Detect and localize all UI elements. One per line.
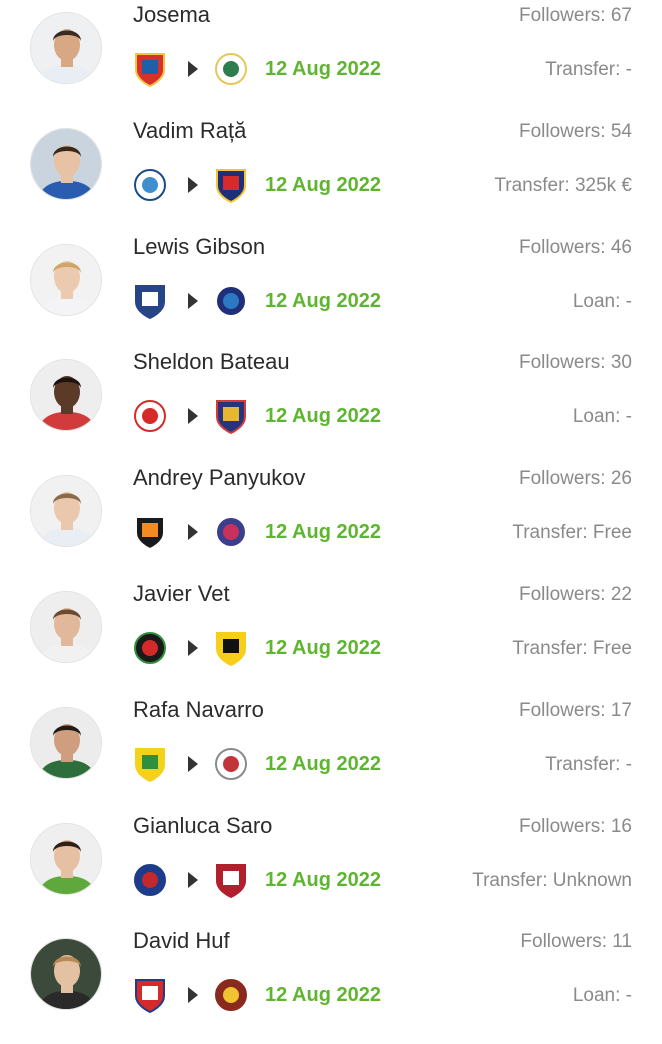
followers-count: Followers: 46 [519, 236, 632, 258]
transfer-date: 12 Aug 2022 [265, 58, 381, 80]
transfer-fee: Loan: - [572, 290, 632, 312]
arrow-right-icon [188, 987, 198, 1004]
arrow-right-icon [188, 524, 198, 541]
player-avatar[interactable] [30, 243, 102, 316]
transfer-date: 12 Aug 2022 [265, 637, 381, 659]
transfer-row[interactable]: Lewis Gibson Followers: 46 12 Aug 2022 Loan… [0, 234, 662, 350]
player-name[interactable]: David Huf [133, 928, 230, 954]
transfer-row[interactable]: Gianluca Saro Followers: 16 12 Aug 2022 Tra… [0, 813, 662, 929]
from-club-crest-icon[interactable] [133, 745, 167, 783]
transfer-fee: Transfer: Free [512, 522, 632, 544]
to-club-crest-icon[interactable] [214, 50, 248, 88]
from-club-crest-icon[interactable] [133, 513, 167, 551]
from-club-crest-icon[interactable] [133, 629, 167, 667]
followers-count: Followers: 54 [519, 120, 632, 142]
transfer-date: 12 Aug 2022 [265, 868, 381, 891]
arrow-right-icon [188, 292, 198, 309]
player-avatar[interactable] [30, 12, 102, 84]
player-name[interactable]: Javier Vet [133, 581, 230, 607]
player-name[interactable]: Lewis Gibson [133, 234, 265, 260]
transfer-row[interactable]: Andrey Panyukov Followers: 26 12 Aug 2022 T… [0, 465, 662, 581]
arrow-right-icon [188, 408, 198, 425]
followers-count: Followers: 11 [520, 931, 632, 953]
transfer-fee: Transfer: Free [512, 638, 632, 659]
transfer-row[interactable]: David Huf Followers: 11 12 Aug 2022 Loan: - [0, 928, 662, 1044]
to-club-crest-icon[interactable] [214, 861, 248, 899]
transfer-date: 12 Aug 2022 [265, 289, 381, 312]
transfer-date: 12 Aug 2022 [265, 984, 381, 1007]
arrow-right-icon [188, 176, 198, 193]
to-club-crest-icon[interactable] [214, 745, 248, 783]
player-avatar[interactable] [30, 938, 102, 1011]
transfer-fee: Transfer: - [545, 753, 632, 775]
transfer-row[interactable]: Javier Vet Followers: 22 12 Aug 2022 Transf… [0, 581, 662, 697]
player-name[interactable]: Rafa Navarro [133, 697, 264, 723]
to-club-crest-icon[interactable] [214, 166, 248, 204]
arrow-right-icon [188, 61, 198, 77]
to-club-crest-icon[interactable] [214, 282, 248, 320]
player-avatar[interactable] [30, 359, 102, 432]
player-avatar[interactable] [30, 822, 102, 895]
transfer-date: 12 Aug 2022 [265, 752, 381, 775]
transfer-row[interactable]: Josema Followers: 67 12 Aug 2022 Transfer: … [0, 2, 662, 118]
player-avatar[interactable] [30, 475, 102, 548]
transfer-fee: Transfer: 325k € [494, 174, 632, 196]
transfer-fee: Loan: - [572, 406, 632, 428]
to-club-crest-icon[interactable] [214, 629, 248, 667]
player-avatar[interactable] [30, 591, 102, 663]
transfer-list: Josema Followers: 67 12 Aug 2022 Transfer: … [0, 0, 662, 1024]
followers-count: Followers: 30 [519, 352, 632, 374]
player-name[interactable]: Vadim Rață [133, 118, 246, 144]
transfer-row[interactable]: Vadim Rață Followers: 54 12 Aug 2022 Transf… [0, 118, 662, 234]
to-club-crest-icon[interactable] [214, 976, 248, 1014]
from-club-crest-icon[interactable] [133, 282, 167, 320]
transfer-fee: Transfer: - [545, 59, 632, 80]
arrow-right-icon [188, 755, 198, 772]
followers-count: Followers: 67 [519, 5, 632, 26]
from-club-crest-icon[interactable] [133, 976, 167, 1014]
transfer-date: 12 Aug 2022 [265, 173, 381, 196]
player-name[interactable]: Josema [133, 2, 210, 28]
from-club-crest-icon[interactable] [133, 861, 167, 899]
player-name[interactable]: Sheldon Bateau [133, 349, 290, 375]
followers-count: Followers: 16 [519, 815, 632, 837]
to-club-crest-icon[interactable] [214, 513, 248, 551]
followers-count: Followers: 26 [519, 468, 632, 490]
from-club-crest-icon[interactable] [133, 50, 167, 88]
player-name[interactable]: Gianluca Saro [133, 813, 272, 839]
followers-count: Followers: 22 [519, 584, 632, 605]
transfer-date: 12 Aug 2022 [265, 521, 381, 544]
player-avatar[interactable] [30, 127, 102, 200]
player-avatar[interactable] [30, 706, 102, 779]
arrow-right-icon [188, 640, 198, 656]
transfer-row[interactable]: Sheldon Bateau Followers: 30 12 Aug 2022 Lo… [0, 349, 662, 465]
player-name[interactable]: Andrey Panyukov [133, 465, 305, 491]
transfer-row[interactable]: Rafa Navarro Followers: 17 12 Aug 2022 Tran… [0, 697, 662, 813]
transfer-fee: Transfer: Unknown [472, 869, 632, 891]
arrow-right-icon [188, 871, 198, 888]
from-club-crest-icon[interactable] [133, 397, 167, 435]
followers-count: Followers: 17 [519, 699, 632, 721]
to-club-crest-icon[interactable] [214, 397, 248, 435]
transfer-fee: Loan: - [572, 985, 632, 1007]
from-club-crest-icon[interactable] [133, 166, 167, 204]
transfer-date: 12 Aug 2022 [265, 405, 381, 428]
